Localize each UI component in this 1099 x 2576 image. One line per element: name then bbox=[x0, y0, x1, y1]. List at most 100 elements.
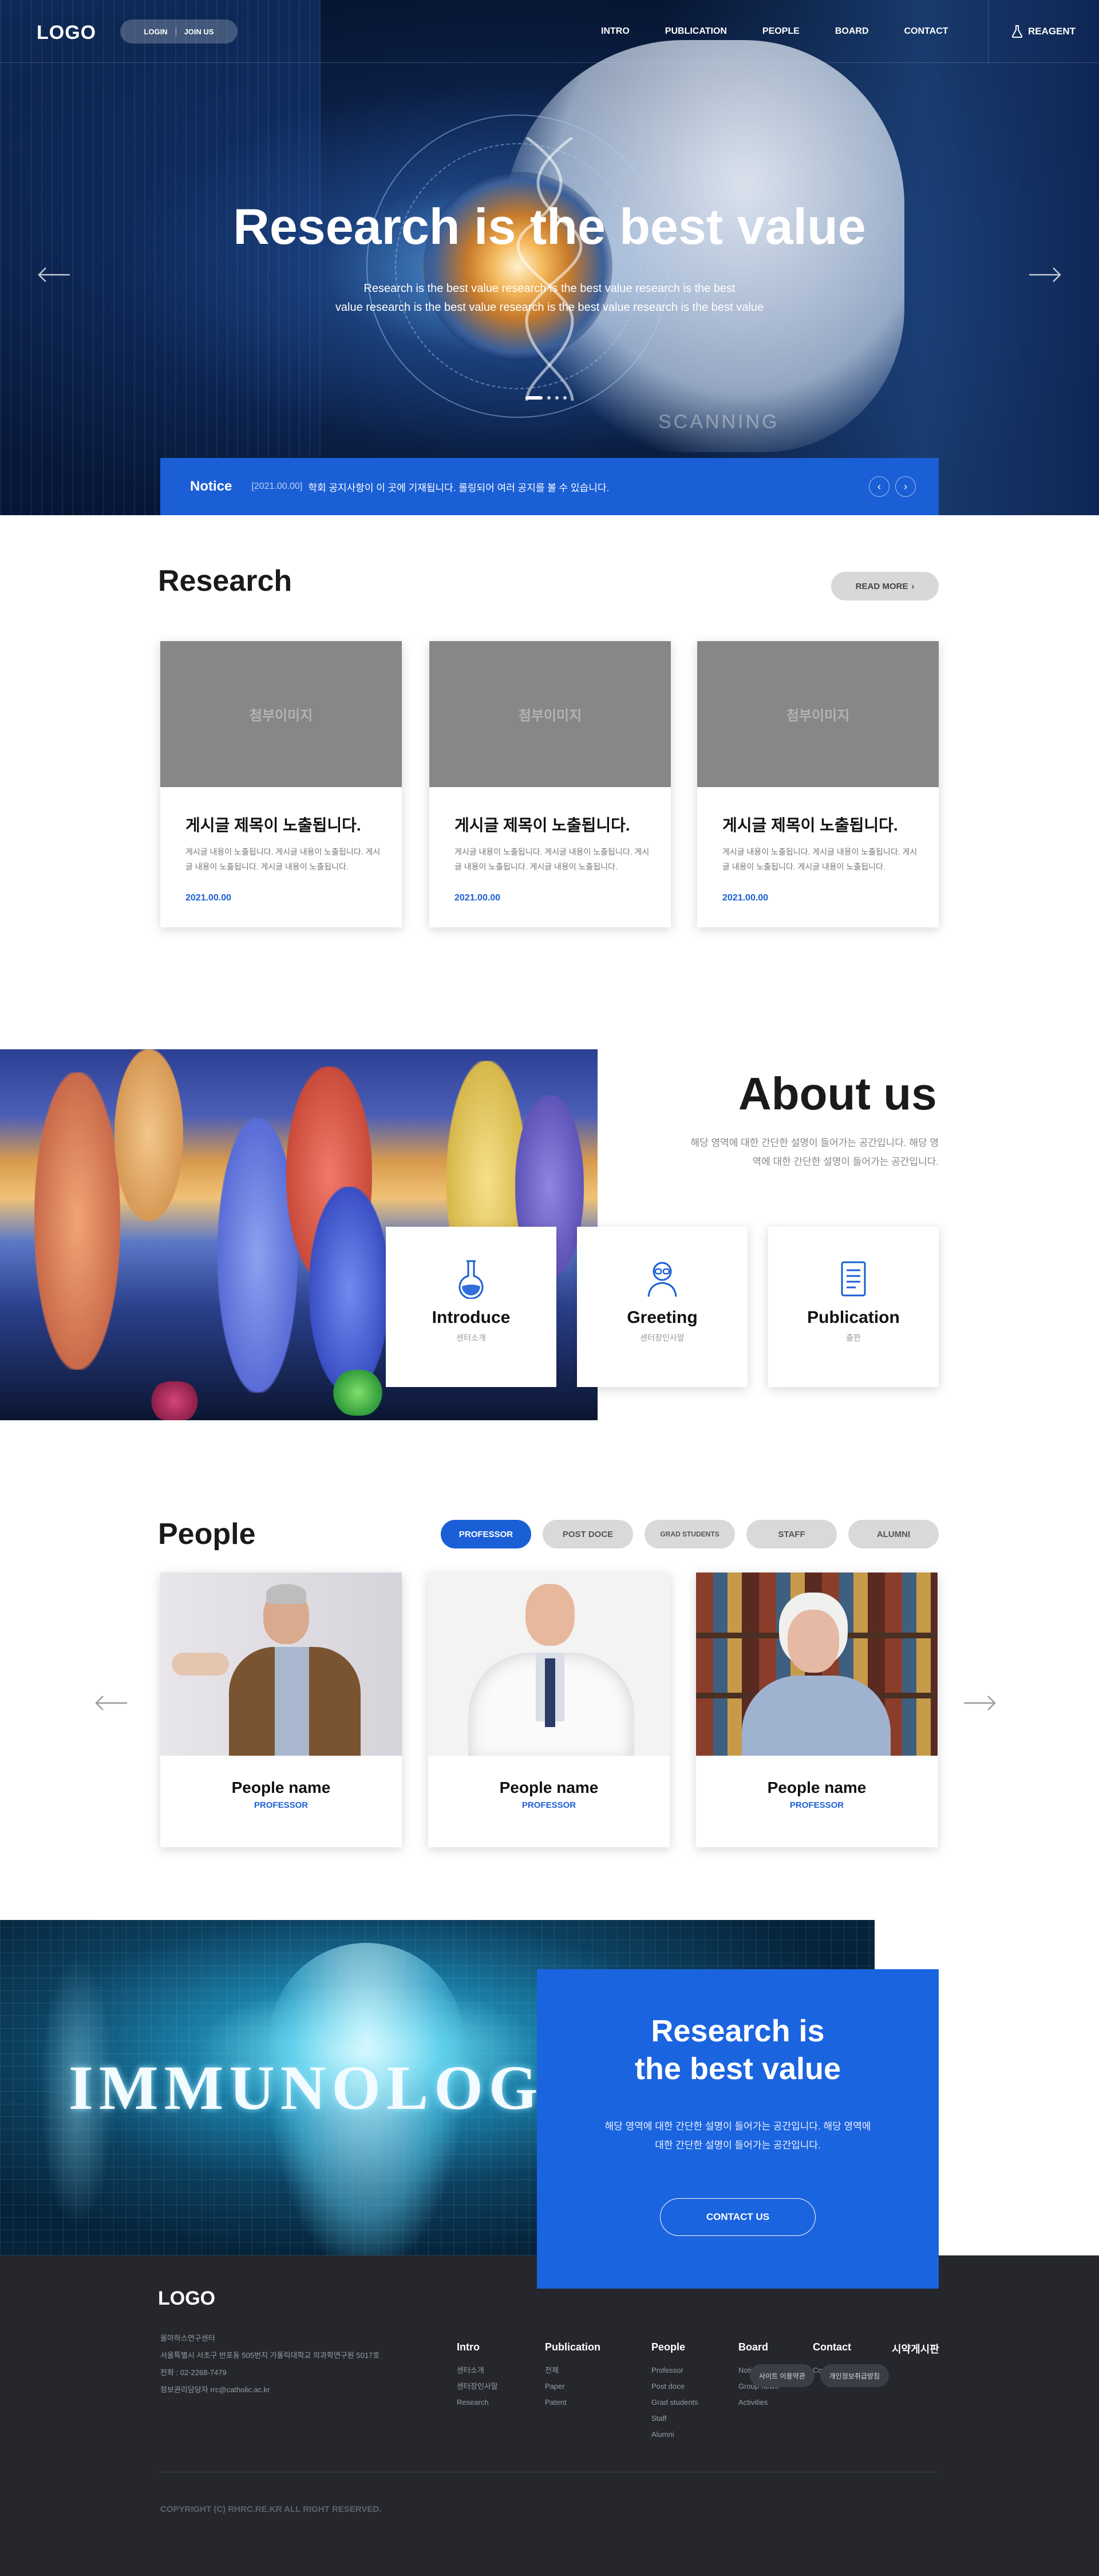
research-card-date: 2021.00.00 bbox=[185, 893, 232, 903]
research-card-desc: 게시글 내용이 노출됩니다. 게시글 내용이 노출됩니다. 게시글 내용이 노출… bbox=[185, 847, 381, 871]
hero-prev-arrow-icon[interactable] bbox=[37, 266, 71, 283]
notice-bar: Notice [2021.00.00] 학회 공지사항이 이 곳에 기재됩니다.… bbox=[160, 458, 939, 515]
terms-link[interactable]: 사이트 이용약관 bbox=[750, 2364, 815, 2387]
research-card-desc: 게시글 내용이 노출됩니다. 게시글 내용이 노출됩니다. 게시글 내용이 노출… bbox=[454, 847, 650, 871]
nav-board[interactable]: BOARD bbox=[835, 26, 869, 37]
people-card[interactable]: People name PROFESSOR bbox=[428, 1573, 670, 1847]
about-card-introduce[interactable]: Introduce 센터소개 bbox=[386, 1227, 556, 1387]
notice-controls: ‹ › bbox=[869, 476, 916, 497]
hero-tech-overlay bbox=[0, 0, 321, 515]
cta-desc: 해당 영역에 대한 간단한 설명이 들어가는 공간입니다. 해당 영역에 대한 … bbox=[604, 2121, 871, 2151]
hero-next-arrow-icon[interactable] bbox=[1028, 266, 1062, 283]
notice-date: [2021.00.00] bbox=[251, 481, 303, 491]
people-role: PROFESSOR bbox=[789, 1800, 844, 1810]
pagination-dot[interactable] bbox=[547, 396, 551, 400]
research-card-thumbnail: 첨부이미지 bbox=[429, 641, 671, 787]
pagination-dot[interactable] bbox=[563, 396, 567, 400]
footer-logo[interactable]: LOGO bbox=[158, 2287, 215, 2310]
nav-contact[interactable]: CONTACT bbox=[904, 26, 948, 37]
join-link[interactable]: JOIN US bbox=[184, 27, 214, 36]
cta-box: Research is the best value 해당 영역에 대한 간단한… bbox=[537, 1969, 939, 2289]
notice-prev-icon[interactable]: ‹ bbox=[869, 476, 890, 497]
research-title: Research bbox=[158, 564, 292, 598]
login-link[interactable]: LOGIN bbox=[144, 27, 167, 36]
pagination-dot-active[interactable] bbox=[525, 396, 543, 400]
people-next-arrow-icon[interactable] bbox=[963, 1694, 997, 1712]
people-title: People bbox=[158, 1518, 256, 1551]
research-card-title: 게시글 제목이 노출됩니다. bbox=[454, 816, 630, 834]
footer-info: 울마하스연구센터 서울특별시 서초구 반포동 505번지 가톨릭대학교 의과학연… bbox=[160, 2334, 380, 2394]
chevron-right-icon: › bbox=[911, 581, 915, 591]
pagination-dot[interactable] bbox=[555, 396, 559, 400]
nav-intro[interactable]: INTRO bbox=[601, 26, 630, 37]
people-photo bbox=[160, 1573, 402, 1756]
auth-links: LOGIN JOIN US bbox=[120, 19, 238, 44]
people-name: People name bbox=[231, 1779, 331, 1796]
about-card-title: Greeting bbox=[627, 1308, 698, 1327]
people-role: PROFESSOR bbox=[254, 1800, 309, 1810]
notice-label: Notice bbox=[190, 479, 232, 494]
footer-col-reagent-board: 시약게시판 bbox=[892, 2344, 939, 2355]
research-card-thumbnail: 첨부이미지 bbox=[697, 641, 939, 787]
about-card-subtitle: 센터소개 bbox=[456, 1333, 486, 1342]
about-card-subtitle: 출판 bbox=[846, 1333, 861, 1342]
research-card[interactable]: 첨부이미지 게시글 제목이 노출됩니다. 게시글 내용이 노출됩니다. 게시글 … bbox=[429, 641, 671, 927]
about-card-title: Publication bbox=[807, 1308, 900, 1327]
about-card-subtitle: 센터장인사말 bbox=[640, 1333, 685, 1342]
research-card-thumbnail: 첨부이미지 bbox=[160, 641, 402, 787]
people-name: People name bbox=[767, 1779, 867, 1796]
cta-title: Research is the best value bbox=[634, 2014, 841, 2086]
site-logo[interactable]: LOGO bbox=[37, 22, 96, 44]
flask-icon bbox=[1011, 25, 1022, 38]
immunology-text: IMMUNOLOGY bbox=[69, 2053, 595, 2123]
flask-icon bbox=[458, 1260, 484, 1299]
about-desc: 해당 영역에 대한 간단한 설명이 들어가는 공간입니다. 해당 영역에 대한 … bbox=[690, 1137, 939, 1167]
people-photo bbox=[696, 1573, 938, 1756]
about-title: About us bbox=[738, 1068, 937, 1119]
tab-professor[interactable]: PROFESSOR bbox=[441, 1520, 531, 1548]
nav-people[interactable]: PEOPLE bbox=[762, 26, 800, 37]
dna-helix-icon bbox=[516, 137, 583, 401]
research-card-date: 2021.00.00 bbox=[722, 893, 769, 903]
footer-copyright: COPYRIGHT (C) RHRC.RE.KR ALL RIGHT RESER… bbox=[160, 2504, 382, 2514]
research-card[interactable]: 첨부이미지 게시글 제목이 노출됩니다. 게시글 내용이 노출됩니다. 게시글 … bbox=[697, 641, 939, 927]
people-name: People name bbox=[499, 1779, 599, 1796]
research-card-date: 2021.00.00 bbox=[454, 893, 501, 903]
people-role: PROFESSOR bbox=[521, 1800, 576, 1810]
people-card[interactable]: People name PROFESSOR bbox=[696, 1573, 938, 1847]
nav-publication[interactable]: PUBLICATION bbox=[665, 26, 727, 37]
hero-title: Research is the best value bbox=[233, 198, 866, 255]
footer-col-intro: Intro 센터소개 센터장인사말 Research bbox=[457, 2341, 498, 2407]
privacy-link[interactable]: 개인정보취급방침 bbox=[820, 2364, 889, 2387]
main-nav: INTRO PUBLICATION PEOPLE BOARD CONTACT bbox=[601, 26, 948, 37]
footer-col-publication: Publication 전체 Paper Patent bbox=[545, 2341, 601, 2407]
research-card-title: 게시글 제목이 노출됩니다. bbox=[185, 816, 361, 834]
people-photo bbox=[428, 1573, 670, 1756]
hero-subtitle: Research is the best value research is t… bbox=[335, 282, 764, 314]
about-card-title: Introduce bbox=[432, 1308, 511, 1327]
footer-col-people: People Professor Post doce Grad students… bbox=[651, 2341, 698, 2439]
top-navigation-bar: LOGO LOGIN JOIN US INTRO PUBLICATION PEO… bbox=[0, 0, 1099, 63]
notice-next-icon[interactable]: › bbox=[895, 476, 916, 497]
research-card-desc: 게시글 내용이 노출됩니다. 게시글 내용이 노출됩니다. 게시글 내용이 노출… bbox=[722, 847, 918, 871]
footer-site-links: 사이트 이용약관 개인정보취급방침 bbox=[750, 2364, 889, 2387]
contact-us-button[interactable]: CONTACT US bbox=[660, 2198, 816, 2236]
research-card-title: 게시글 제목이 노출됩니다. bbox=[722, 816, 898, 834]
about-card-publication[interactable]: Publication 출판 bbox=[768, 1227, 939, 1387]
tab-staff[interactable]: STAFF bbox=[746, 1520, 837, 1548]
tab-grad-students[interactable]: GRAD STUDENTS bbox=[645, 1520, 735, 1548]
tab-alumni[interactable]: ALUMNI bbox=[848, 1520, 939, 1548]
research-card[interactable]: 첨부이미지 게시글 제목이 노출됩니다. 게시글 내용이 노출됩니다. 게시글 … bbox=[160, 641, 402, 927]
people-tabs: PROFESSOR POST DOCE GRAD STUDENTS STAFF … bbox=[441, 1520, 939, 1548]
hero-image-scanning-text: SCANNING bbox=[658, 411, 780, 433]
people-prev-arrow-icon[interactable] bbox=[94, 1694, 128, 1712]
tab-post-doce[interactable]: POST DOCE bbox=[543, 1520, 633, 1548]
about-card-greeting[interactable]: Greeting 센터장인사말 bbox=[577, 1227, 748, 1387]
reagent-link[interactable]: REAGENT bbox=[988, 0, 1099, 63]
book-icon bbox=[841, 1261, 866, 1297]
notice-text[interactable]: 학회 공지사항이 이 곳에 기재됩니다. 롤링되어 여러 공지를 볼 수 있습니… bbox=[308, 480, 609, 494]
read-more-button[interactable]: READ MORE › bbox=[831, 572, 939, 600]
reagent-label: REAGENT bbox=[1027, 26, 1076, 37]
people-card[interactable]: People name PROFESSOR bbox=[160, 1573, 402, 1847]
hero-slider: SCANNING LOGO LOGIN JOIN US INTRO PUBLIC… bbox=[0, 0, 1099, 515]
